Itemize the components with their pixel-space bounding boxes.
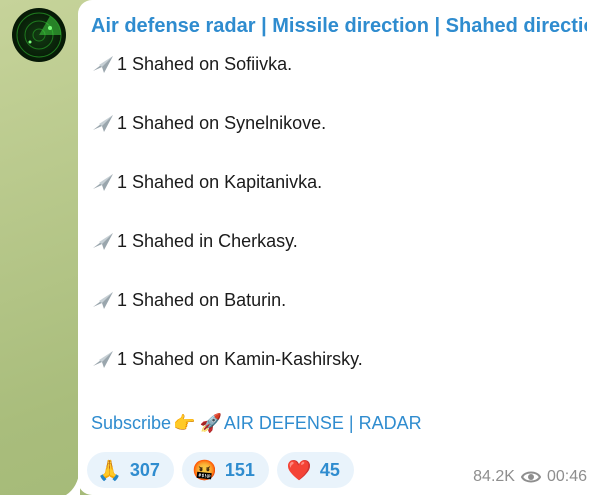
- subscribe-link[interactable]: Subscribe: [91, 413, 171, 434]
- drone-icon: [91, 289, 115, 311]
- message-text: 1 Shahed on Baturin.: [117, 289, 287, 310]
- reaction-pray[interactable]: 🙏 307: [87, 452, 174, 488]
- reactions-bar: 🙏 307 🤬 151 ❤️ 45: [87, 452, 354, 488]
- message-text: 1 Shahed on Kapitanivka.: [117, 171, 323, 192]
- subscribe-line: Subscribe 👉 🚀 AIR DEFENSE | RADAR: [91, 413, 422, 434]
- message-line: 1 Shahed on Synelnikove.: [91, 110, 587, 136]
- message-line: 1 Shahed in Cherkasy.: [91, 228, 587, 254]
- message-text: 1 Shahed in Cherkasy.: [117, 230, 298, 251]
- message-line: 1 Shahed on Sofiivka.: [91, 51, 587, 77]
- drone-icon: [91, 112, 115, 134]
- channel-title[interactable]: Air defense radar | Missile direction | …: [91, 13, 587, 39]
- channel-link[interactable]: AIR DEFENSE | RADAR: [224, 413, 422, 434]
- channel-avatar[interactable]: [12, 8, 66, 62]
- cursing-face-icon: 🤬: [191, 459, 217, 482]
- rocket-icon: 🚀: [199, 413, 222, 433]
- message-line: 1 Shahed on Kamin-Kashirsky.: [91, 346, 587, 372]
- message-line: 1 Shahed on Baturin.: [91, 287, 587, 313]
- reaction-count: 151: [224, 459, 255, 480]
- heart-icon: ❤️: [286, 459, 312, 482]
- drone-icon: [91, 171, 115, 193]
- reaction-count: 45: [319, 459, 340, 480]
- message-text: 1 Shahed on Sofiivka.: [117, 53, 293, 74]
- drone-icon: [91, 348, 115, 370]
- reaction-angry[interactable]: 🤬 151: [181, 452, 269, 488]
- message-time: 00:46: [546, 468, 587, 485]
- drone-icon: [91, 230, 115, 252]
- pointing-hand-icon: 👉: [173, 413, 196, 433]
- message-text: 1 Shahed on Kamin-Kashirsky.: [117, 348, 363, 369]
- reaction-count: 307: [129, 459, 160, 480]
- message-text: 1 Shahed on Synelnikove.: [117, 112, 327, 133]
- message-bubble: Air defense radar | Missile direction | …: [78, 0, 599, 495]
- radar-icon: [16, 12, 62, 58]
- drone-icon: [91, 53, 115, 75]
- view-count: 84.2K: [473, 468, 515, 485]
- eye-icon: [520, 471, 541, 483]
- reaction-heart[interactable]: ❤️ 45: [276, 452, 354, 488]
- pray-icon: 🙏: [97, 459, 122, 482]
- message-line: 1 Shahed on Kapitanivka.: [91, 169, 587, 195]
- message-meta: 84.2K 00:46: [473, 468, 587, 486]
